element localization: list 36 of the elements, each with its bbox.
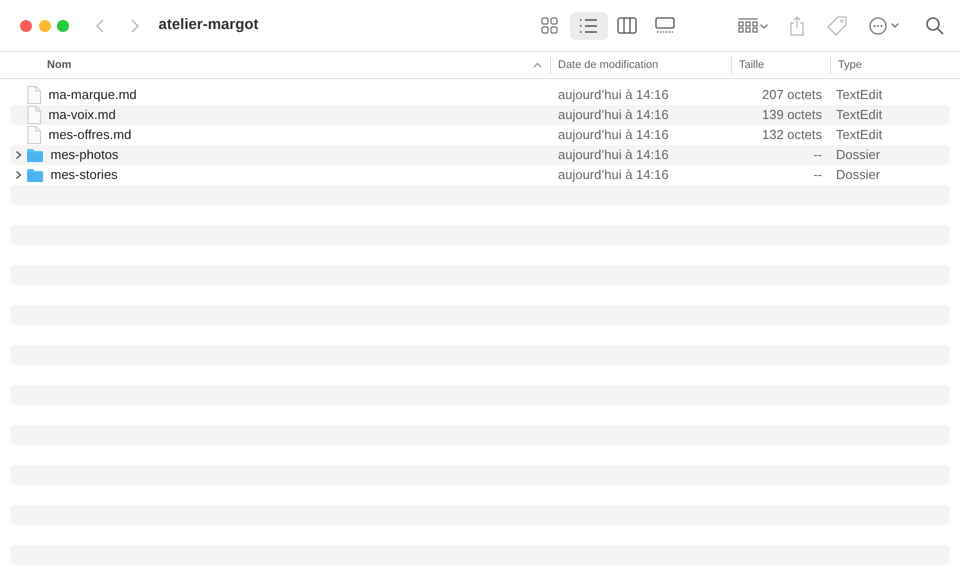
kind-cell: TextEdit <box>836 107 882 122</box>
file-name[interactable]: mes-offres.md <box>48 125 132 145</box>
chevron-right-icon <box>130 18 140 34</box>
size-cell: -- <box>813 167 822 182</box>
date-cell: aujourd’hui à 14:16 <box>558 167 669 182</box>
column-header[interactable]: Nom <box>47 56 72 74</box>
column-header[interactable]: Type <box>838 56 862 74</box>
kind-cell: Dossier <box>836 147 880 162</box>
size-cell: -- <box>813 147 822 162</box>
size-cell: 132 octets <box>762 127 822 142</box>
sort-caret-icon <box>533 62 542 68</box>
date-cell: aujourd’hui à 14:16 <box>558 87 669 102</box>
date-cell: aujourd’hui à 14:16 <box>558 127 669 142</box>
date-cell: aujourd’hui à 14:16 <box>558 107 669 122</box>
icons-icon <box>540 16 560 34</box>
window-title: atelier-margot <box>158 15 259 36</box>
list-icon <box>578 16 598 34</box>
folder-icon <box>26 168 44 182</box>
gallery-icon <box>654 16 674 34</box>
file-name[interactable]: ma-marque.md <box>48 85 137 105</box>
chevron-left-icon <box>94 18 104 34</box>
list-view-button[interactable] <box>570 12 608 40</box>
file-name[interactable]: mes-photos <box>50 145 118 165</box>
folder-icon <box>26 148 44 162</box>
size-cell: 207 octets <box>762 87 822 102</box>
date-cell: aujourd’hui à 14:16 <box>558 147 669 162</box>
close-button[interactable] <box>20 20 32 32</box>
file-name[interactable]: ma-voix.md <box>48 105 116 125</box>
file-name[interactable]: mes-stories <box>50 165 118 185</box>
columns-icon <box>616 16 636 34</box>
kind-cell: Dossier <box>836 167 880 182</box>
size-cell: 139 octets <box>762 107 822 122</box>
column-header[interactable]: Taille <box>739 56 764 74</box>
kind-cell: TextEdit <box>836 127 882 142</box>
kind-cell: TextEdit <box>836 87 882 102</box>
column-header[interactable]: Date de modification <box>558 56 658 74</box>
